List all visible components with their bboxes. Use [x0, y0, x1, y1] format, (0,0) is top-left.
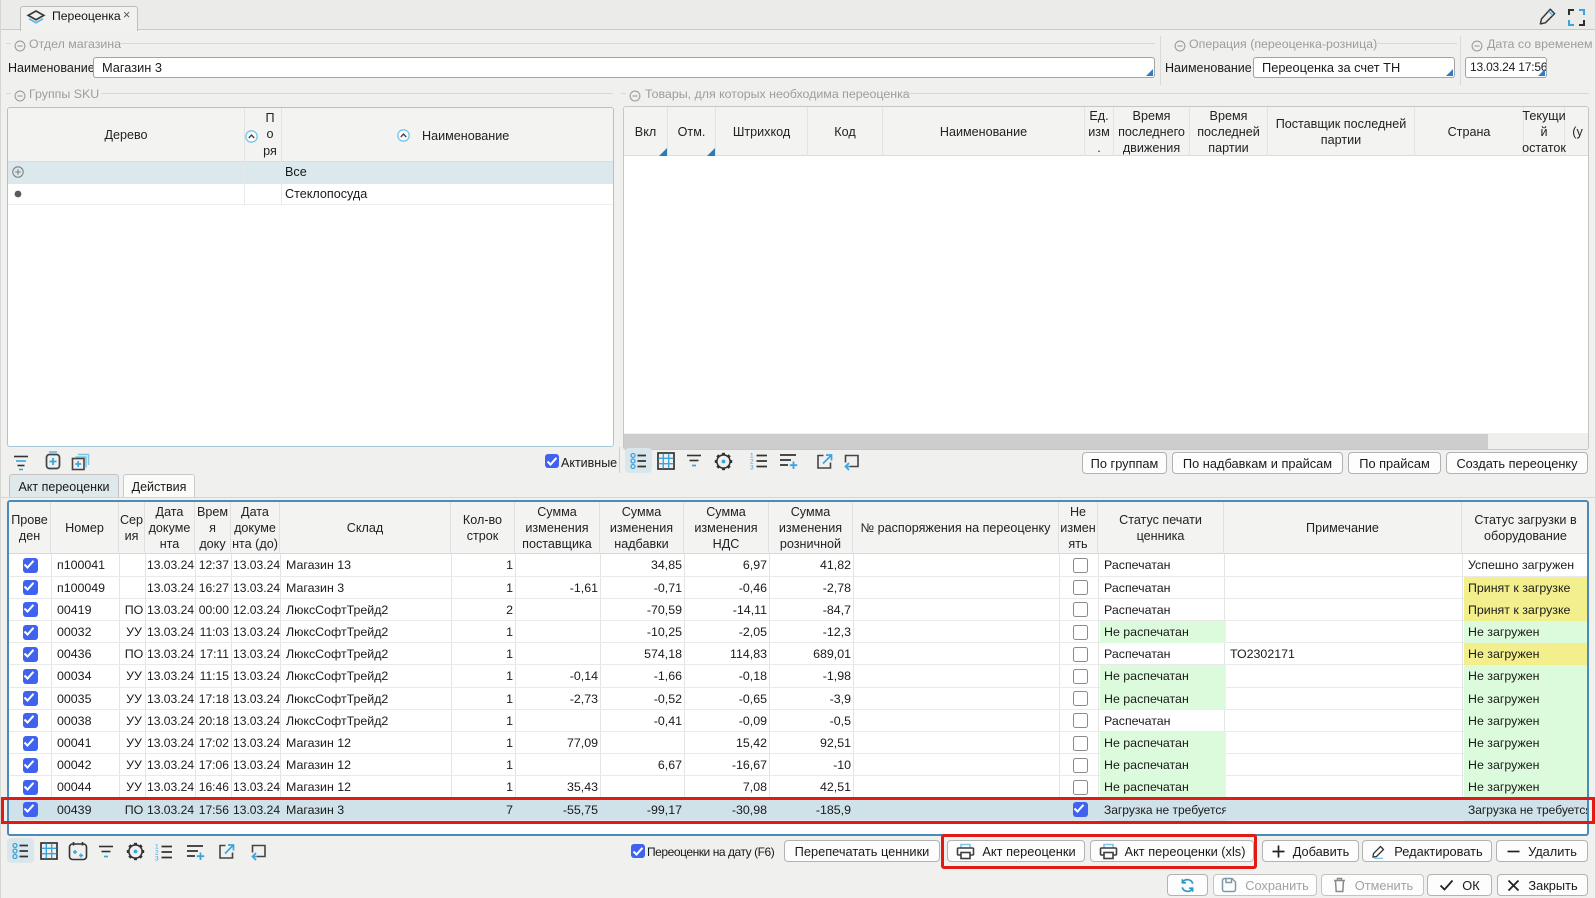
svg-text:3: 3 — [750, 465, 754, 470]
svg-text:3: 3 — [155, 856, 159, 861]
